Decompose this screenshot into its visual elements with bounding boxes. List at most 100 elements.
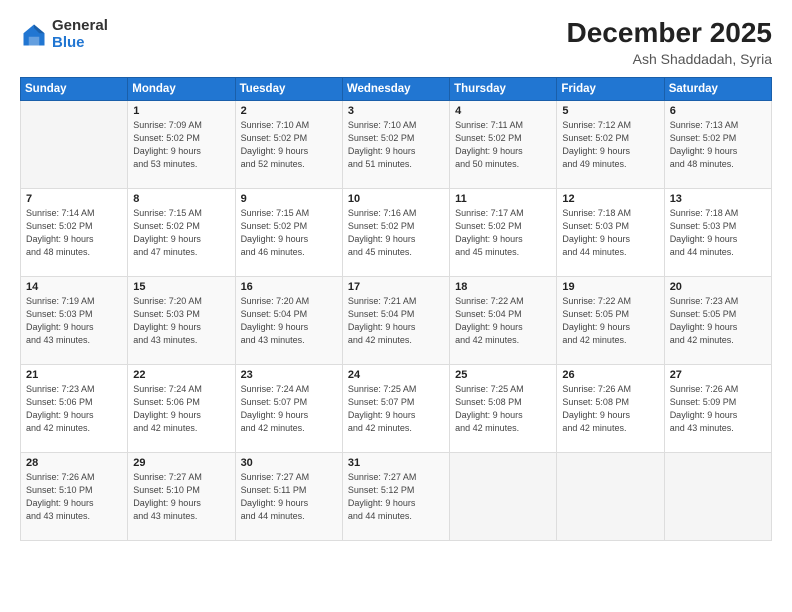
day-number: 14 — [26, 281, 122, 293]
day-detail: Sunrise: 7:20 AM Sunset: 5:03 PM Dayligh… — [133, 295, 229, 347]
day-detail: Sunrise: 7:18 AM Sunset: 5:03 PM Dayligh… — [562, 207, 658, 259]
day-number: 23 — [241, 369, 337, 381]
day-detail: Sunrise: 7:15 AM Sunset: 5:02 PM Dayligh… — [133, 207, 229, 259]
day-number: 13 — [670, 193, 766, 205]
day-detail: Sunrise: 7:10 AM Sunset: 5:02 PM Dayligh… — [348, 119, 444, 171]
calendar-cell: 3 Sunrise: 7:10 AM Sunset: 5:02 PM Daylig… — [342, 100, 449, 188]
calendar-cell: 11Sunrise: 7:17 AM Sunset: 5:02 PM Dayli… — [450, 188, 557, 276]
day-detail: Sunrise: 7:23 AM Sunset: 5:05 PM Dayligh… — [670, 295, 766, 347]
calendar-week-1: 1Sunrise: 7:09 AM Sunset: 5:02 PM Daylig… — [21, 100, 772, 188]
calendar-cell — [21, 100, 128, 188]
day-detail: Sunrise: 7:27 AM Sunset: 5:10 PM Dayligh… — [133, 471, 229, 523]
calendar-cell: 19Sunrise: 7:22 AM Sunset: 5:05 PM Dayli… — [557, 276, 664, 364]
calendar-cell: 14 Sunrise: 7:19 AM Sunset: 5:03 PM Dayli… — [21, 276, 128, 364]
day-number: 20 — [670, 281, 766, 293]
day-number: 30 — [241, 457, 337, 469]
day-detail: Sunrise: 7:11 AM Sunset: 5:02 PM Dayligh… — [455, 119, 551, 171]
day-detail: Sunrise: 7:22 AM Sunset: 5:04 PM Dayligh… — [455, 295, 551, 347]
weekday-header-sunday: Sunday — [21, 77, 128, 100]
logo-general-text: General — [52, 18, 108, 35]
header: General Blue December 2025 Ash Shaddadah… — [20, 18, 772, 67]
calendar-cell: 26Sunrise: 7:26 AM Sunset: 5:08 PM Dayli… — [557, 364, 664, 452]
day-number: 6 — [670, 105, 766, 117]
day-number: 29 — [133, 457, 229, 469]
day-number: 18 — [455, 281, 551, 293]
subtitle: Ash Shaddadah, Syria — [567, 51, 772, 67]
day-detail: Sunrise: 7:10 AM Sunset: 5:02 PM Dayligh… — [241, 119, 337, 171]
weekday-header-thursday: Thursday — [450, 77, 557, 100]
day-detail: Sunrise: 7:27 AM Sunset: 5:11 PM Dayligh… — [241, 471, 337, 523]
day-detail: Sunrise: 7:21 AM Sunset: 5:04 PM Dayligh… — [348, 295, 444, 347]
day-number: 21 — [26, 369, 122, 381]
calendar-cell: 5Sunrise: 7:12 AM Sunset: 5:02 PM Daylig… — [557, 100, 664, 188]
day-number: 22 — [133, 369, 229, 381]
calendar-cell: 21 Sunrise: 7:23 AM Sunset: 5:06 PM Dayli… — [21, 364, 128, 452]
calendar-cell: 17 Sunrise: 7:21 AM Sunset: 5:04 PM Dayli… — [342, 276, 449, 364]
weekday-header-monday: Monday — [128, 77, 235, 100]
day-number: 7 — [26, 193, 122, 205]
calendar-table: SundayMondayTuesdayWednesdayThursdayFrid… — [20, 77, 772, 541]
day-number: 10 — [348, 193, 444, 205]
weekday-header-saturday: Saturday — [664, 77, 771, 100]
day-detail: Sunrise: 7:19 AM Sunset: 5:03 PM Dayligh… — [26, 295, 122, 347]
calendar-cell — [664, 452, 771, 540]
day-number: 26 — [562, 369, 658, 381]
day-detail: Sunrise: 7:24 AM Sunset: 5:06 PM Dayligh… — [133, 383, 229, 435]
calendar-cell: 23 Sunrise: 7:24 AM Sunset: 5:07 PM Dayli… — [235, 364, 342, 452]
calendar-cell: 4 Sunrise: 7:11 AM Sunset: 5:02 PM Daylig… — [450, 100, 557, 188]
logo-blue-text: Blue — [52, 35, 108, 52]
day-detail: Sunrise: 7:16 AM Sunset: 5:02 PM Dayligh… — [348, 207, 444, 259]
day-detail: Sunrise: 7:14 AM Sunset: 5:02 PM Dayligh… — [26, 207, 122, 259]
main-title: December 2025 — [567, 18, 772, 49]
day-number: 4 — [455, 105, 551, 117]
calendar-cell: 13 Sunrise: 7:18 AM Sunset: 5:03 PM Dayli… — [664, 188, 771, 276]
calendar-cell: 2 Sunrise: 7:10 AM Sunset: 5:02 PM Daylig… — [235, 100, 342, 188]
calendar-cell: 1Sunrise: 7:09 AM Sunset: 5:02 PM Daylig… — [128, 100, 235, 188]
day-detail: Sunrise: 7:27 AM Sunset: 5:12 PM Dayligh… — [348, 471, 444, 523]
calendar-cell: 7 Sunrise: 7:14 AM Sunset: 5:02 PM Daylig… — [21, 188, 128, 276]
day-detail: Sunrise: 7:17 AM Sunset: 5:02 PM Dayligh… — [455, 207, 551, 259]
day-number: 8 — [133, 193, 229, 205]
weekday-header-wednesday: Wednesday — [342, 77, 449, 100]
day-detail: Sunrise: 7:15 AM Sunset: 5:02 PM Dayligh… — [241, 207, 337, 259]
page: General Blue December 2025 Ash Shaddadah… — [0, 0, 792, 612]
day-number: 2 — [241, 105, 337, 117]
calendar-cell: 10 Sunrise: 7:16 AM Sunset: 5:02 PM Dayli… — [342, 188, 449, 276]
logo-icon — [20, 21, 48, 49]
day-detail: Sunrise: 7:20 AM Sunset: 5:04 PM Dayligh… — [241, 295, 337, 347]
weekday-header-row: SundayMondayTuesdayWednesdayThursdayFrid… — [21, 77, 772, 100]
calendar-cell: 27Sunrise: 7:26 AM Sunset: 5:09 PM Dayli… — [664, 364, 771, 452]
day-number: 27 — [670, 369, 766, 381]
day-number: 5 — [562, 105, 658, 117]
day-number: 12 — [562, 193, 658, 205]
title-block: December 2025 Ash Shaddadah, Syria — [567, 18, 772, 67]
day-detail: Sunrise: 7:18 AM Sunset: 5:03 PM Dayligh… — [670, 207, 766, 259]
calendar-cell: 9Sunrise: 7:15 AM Sunset: 5:02 PM Daylig… — [235, 188, 342, 276]
calendar-week-2: 7 Sunrise: 7:14 AM Sunset: 5:02 PM Daylig… — [21, 188, 772, 276]
day-detail: Sunrise: 7:24 AM Sunset: 5:07 PM Dayligh… — [241, 383, 337, 435]
calendar-cell: 20 Sunrise: 7:23 AM Sunset: 5:05 PM Dayli… — [664, 276, 771, 364]
calendar-cell: 6Sunrise: 7:13 AM Sunset: 5:02 PM Daylig… — [664, 100, 771, 188]
calendar-cell: 16Sunrise: 7:20 AM Sunset: 5:04 PM Dayli… — [235, 276, 342, 364]
calendar-cell: 31 Sunrise: 7:27 AM Sunset: 5:12 PM Dayli… — [342, 452, 449, 540]
day-number: 24 — [348, 369, 444, 381]
day-detail: Sunrise: 7:25 AM Sunset: 5:07 PM Dayligh… — [348, 383, 444, 435]
day-detail: Sunrise: 7:23 AM Sunset: 5:06 PM Dayligh… — [26, 383, 122, 435]
calendar-week-5: 28Sunrise: 7:26 AM Sunset: 5:10 PM Dayli… — [21, 452, 772, 540]
calendar-cell — [557, 452, 664, 540]
day-detail: Sunrise: 7:25 AM Sunset: 5:08 PM Dayligh… — [455, 383, 551, 435]
calendar-week-4: 21 Sunrise: 7:23 AM Sunset: 5:06 PM Dayli… — [21, 364, 772, 452]
day-number: 3 — [348, 105, 444, 117]
day-number: 19 — [562, 281, 658, 293]
day-number: 1 — [133, 105, 229, 117]
logo-text: General Blue — [52, 18, 108, 51]
weekday-header-tuesday: Tuesday — [235, 77, 342, 100]
day-number: 17 — [348, 281, 444, 293]
day-number: 15 — [133, 281, 229, 293]
calendar-cell: 12 Sunrise: 7:18 AM Sunset: 5:03 PM Dayli… — [557, 188, 664, 276]
day-number: 25 — [455, 369, 551, 381]
calendar-cell: 22 Sunrise: 7:24 AM Sunset: 5:06 PM Dayli… — [128, 364, 235, 452]
day-number: 31 — [348, 457, 444, 469]
calendar-cell: 29 Sunrise: 7:27 AM Sunset: 5:10 PM Dayli… — [128, 452, 235, 540]
logo: General Blue — [20, 18, 108, 51]
